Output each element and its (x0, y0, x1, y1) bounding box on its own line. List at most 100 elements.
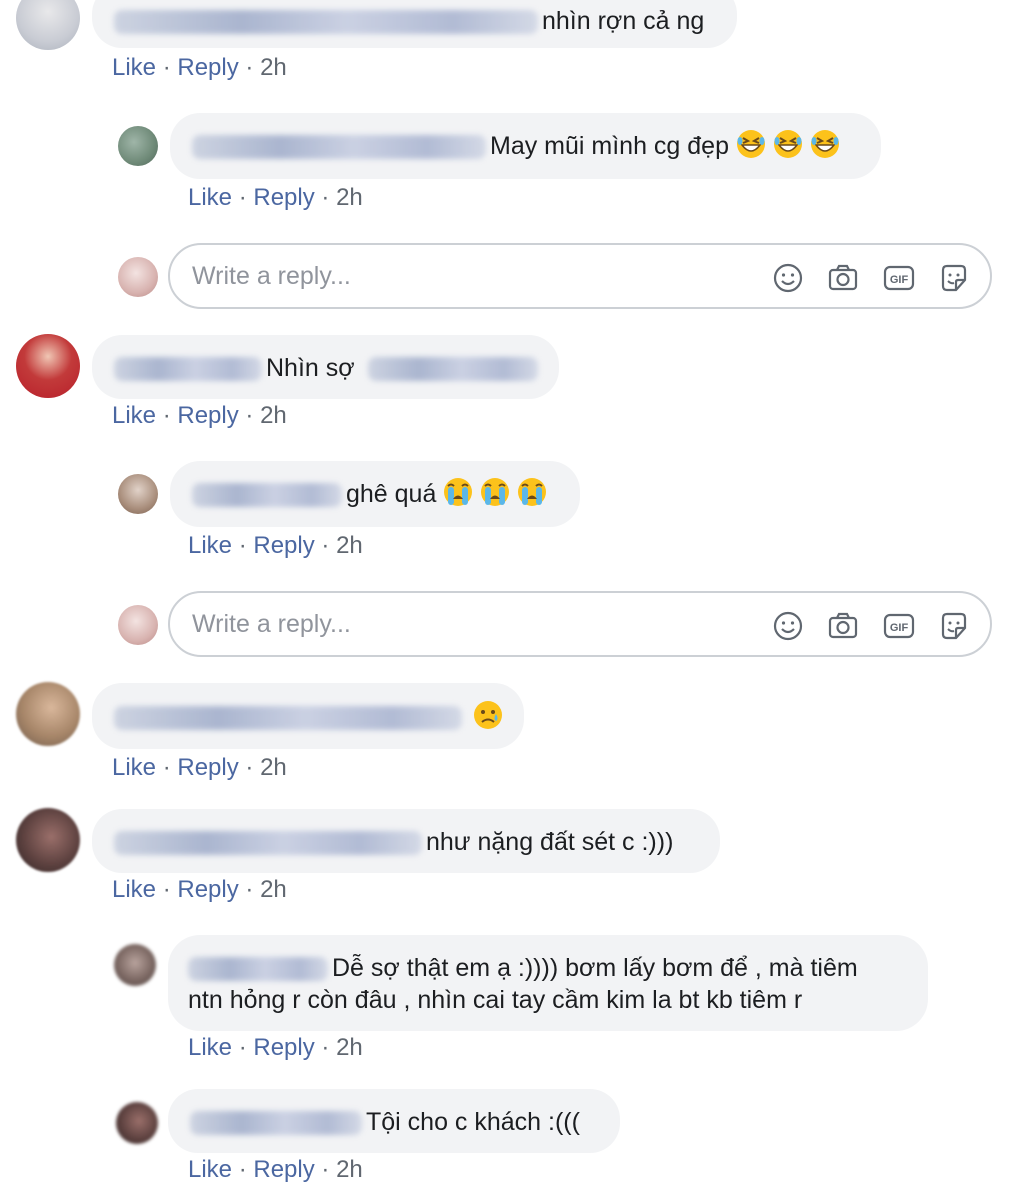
loudly-crying-face-icon (517, 478, 547, 508)
loudly-crying-face-icon (480, 478, 517, 508)
grinning-squinting-face-icon (810, 130, 840, 160)
reply-input-box[interactable]: Write a reply... GIF (168, 591, 992, 657)
svg-text:GIF: GIF (890, 274, 909, 286)
commenter-avatar[interactable] (16, 682, 80, 746)
commenter-avatar[interactable] (116, 1102, 158, 1144)
comment-bubble (92, 683, 524, 749)
like-link[interactable]: Like (112, 54, 156, 81)
like-link[interactable]: Like (112, 402, 156, 429)
comment-actions: Like · Reply · 2h (188, 1156, 363, 1184)
separator: · (245, 754, 254, 781)
reply-link[interactable]: Reply (253, 532, 314, 559)
like-link[interactable]: Like (112, 754, 156, 781)
separator: · (162, 54, 171, 81)
commenter-name-blurred[interactable] (188, 957, 328, 982)
commenter-avatar[interactable] (114, 944, 156, 986)
timestamp[interactable]: 2h (336, 532, 363, 559)
comment-text: Tội cho c khách :((( (366, 1108, 580, 1136)
commenter-name-blurred[interactable] (190, 1111, 362, 1136)
commenter-name-blurred[interactable] (114, 357, 262, 382)
like-link[interactable]: Like (112, 876, 156, 903)
separator: · (321, 1156, 330, 1183)
grinning-squinting-face-icon (773, 130, 810, 160)
reply-link[interactable]: Reply (253, 184, 314, 211)
comment-text: May mũi mình cg đẹp (490, 132, 729, 160)
comment-text-line-2: ntn hỏng r còn đâu , nhìn cai tay cầm ki… (188, 986, 803, 1014)
separator: · (321, 532, 330, 559)
comment-bubble: như nặng đất sét c :))) (92, 809, 720, 873)
timestamp[interactable]: 2h (260, 402, 287, 429)
comment-bubble: ghê quá (170, 461, 580, 527)
comment-bubble: Dễ sợ thật em ạ :)))) bơm lấy bơm để , m… (168, 935, 928, 1031)
comment-text: như nặng đất sét c :))) (426, 828, 674, 856)
reply-input-placeholder[interactable]: Write a reply... (192, 610, 351, 639)
like-link[interactable]: Like (188, 1156, 232, 1183)
reply-link[interactable]: Reply (177, 402, 238, 429)
separator: · (245, 876, 254, 903)
reply-link[interactable]: Reply (177, 54, 238, 81)
separator: · (238, 1034, 247, 1061)
gif-icon[interactable]: GIF (883, 262, 915, 294)
comment-bubble: Tội cho c khách :((( (168, 1089, 620, 1153)
reply-input-placeholder[interactable]: Write a reply... (192, 262, 351, 291)
camera-icon[interactable] (827, 610, 859, 642)
commenter-name-blurred[interactable] (114, 706, 462, 731)
sad-but-relieved-face-icon (473, 701, 503, 731)
comment-text: nhìn rợn cả ng (542, 7, 705, 35)
smiley-icon[interactable] (772, 262, 804, 294)
timestamp[interactable]: 2h (260, 876, 287, 903)
separator: · (162, 876, 171, 903)
separator: · (162, 754, 171, 781)
comment-bubble: May mũi mình cg đẹp (170, 113, 881, 179)
commenter-avatar[interactable] (118, 126, 158, 166)
reply-link[interactable]: Reply (177, 754, 238, 781)
current-user-avatar (118, 257, 158, 297)
comment-actions: Like · Reply · 2h (112, 754, 287, 782)
separator: · (238, 1156, 247, 1183)
timestamp[interactable]: 2h (336, 1034, 363, 1061)
loudly-crying-face-icon (443, 478, 480, 508)
current-user-avatar (118, 605, 158, 645)
separator: · (238, 184, 247, 211)
commenter-name-blurred[interactable] (192, 483, 342, 508)
timestamp[interactable]: 2h (336, 184, 363, 211)
sticker-icon[interactable] (938, 610, 970, 642)
comment-text: ghê quá (346, 480, 437, 508)
commenter-name-blurred[interactable] (114, 10, 538, 35)
comment-text: Nhìn sợ (266, 354, 355, 382)
comment-bubble: nhìn rợn cả ng (92, 0, 737, 48)
smiley-icon[interactable] (772, 610, 804, 642)
reply-link[interactable]: Reply (253, 1156, 314, 1183)
commenter-avatar[interactable] (118, 474, 158, 514)
like-link[interactable]: Like (188, 1034, 232, 1061)
timestamp[interactable]: 2h (260, 54, 287, 81)
commenter-avatar[interactable] (16, 808, 80, 872)
reply-link[interactable]: Reply (253, 1034, 314, 1061)
separator: · (162, 402, 171, 429)
tagged-name-blurred[interactable] (367, 357, 538, 382)
gif-icon[interactable]: GIF (883, 610, 915, 642)
commenter-avatar[interactable] (16, 0, 80, 50)
comment-actions: Like · Reply · 2h (112, 54, 287, 82)
commenter-name-blurred[interactable] (192, 135, 486, 160)
comment-actions: Like · Reply · 2h (112, 876, 287, 904)
reply-link[interactable]: Reply (177, 876, 238, 903)
camera-icon[interactable] (827, 262, 859, 294)
sticker-icon[interactable] (938, 262, 970, 294)
reply-input-box[interactable]: Write a reply... GIF (168, 243, 992, 309)
comment-actions: Like · Reply · 2h (188, 532, 363, 560)
like-link[interactable]: Like (188, 184, 232, 211)
comment-actions: Like · Reply · 2h (188, 1034, 363, 1062)
commenter-name-blurred[interactable] (114, 831, 422, 856)
comment-text-line-1: Dễ sợ thật em ạ :)))) bơm lấy bơm để , m… (332, 954, 858, 982)
timestamp[interactable]: 2h (260, 754, 287, 781)
grinning-squinting-face-icon (736, 130, 773, 160)
svg-text:GIF: GIF (890, 622, 909, 634)
timestamp[interactable]: 2h (336, 1156, 363, 1183)
comment-bubble: Nhìn sợ (92, 335, 559, 399)
separator: · (245, 402, 254, 429)
like-link[interactable]: Like (188, 532, 232, 559)
comment-actions: Like · Reply · 2h (188, 184, 363, 212)
comment-actions: Like · Reply · 2h (112, 402, 287, 430)
commenter-avatar[interactable] (16, 334, 80, 398)
